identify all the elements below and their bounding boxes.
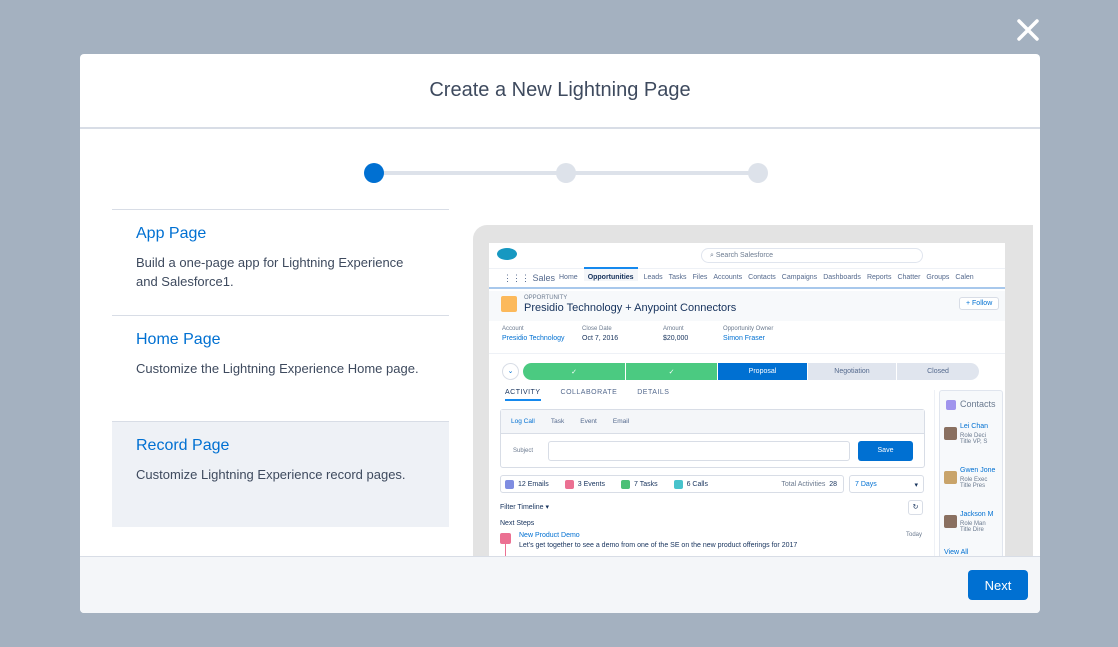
close-icon[interactable] [1015, 17, 1041, 43]
preview-app-name: ⋮⋮⋮ Sales [503, 273, 556, 283]
path-step: Closed [897, 363, 979, 380]
page-type-home[interactable]: Home Page Customize the Lightning Experi… [112, 315, 449, 421]
avatar [944, 427, 957, 440]
salesforce-logo-icon [497, 248, 517, 260]
path-step: Negotiation [808, 363, 896, 380]
path-toggle-icon: ⌄ [502, 363, 519, 380]
path-step: ✓ [626, 363, 717, 380]
page-type-description: Customize the Lightning Experience Home … [136, 361, 419, 376]
page-type-app[interactable]: App Page Build a one-page app for Lightn… [112, 209, 449, 315]
field: Close Date Oct 7, 2016 [582, 326, 619, 342]
modal-title: Create a New Lightning Page [80, 54, 1040, 129]
contacts-icon [946, 400, 956, 410]
preview-activity-text: Let's get together to see a demo from on… [519, 542, 798, 549]
page-type-title: Record Page [136, 437, 230, 454]
record-type: OPPORTUNITY [524, 295, 568, 301]
contacts-title: Contacts [960, 399, 996, 409]
field: Amount $20,000 [663, 326, 689, 342]
avatar [944, 471, 957, 484]
preview-search: ⌕ Search Salesforce [701, 248, 923, 263]
preview-nav-tabs: Home Opportunities Leads Tasks Files Accounts… [559, 267, 974, 281]
path-step: Proposal [718, 363, 807, 380]
page-type-list: App Page Build a one-page app for Lightn… [112, 209, 449, 527]
contact-name: Gwen Jone [960, 467, 996, 474]
page-preview-image: ⌕ Search Salesforce ⋮⋮⋮ Sales Home Opport… [473, 225, 1033, 565]
step-3-indicator [748, 163, 768, 183]
avatar [944, 515, 957, 528]
preview-filter: Filter Timeline ▾ [500, 504, 550, 511]
contact-name: Jackson M [960, 511, 994, 518]
preview-activity-stats: 12 Emails 3 Events 7 Tasks 6 Calls Total… [500, 475, 844, 493]
preview-range: 7 Days ▾ [849, 475, 924, 493]
field: Account Presidio Technology [502, 326, 565, 342]
new-lightning-page-modal: Create a New Lightning Page App Page Bui… [80, 54, 1040, 613]
field: Opportunity Owner Simon Fraser [723, 326, 774, 342]
preview-activity-date: Today [906, 532, 923, 538]
page-type-title: App Page [136, 225, 207, 242]
preview-publisher: Log Call Task Event Email Subject Save [500, 409, 925, 468]
step-2-indicator [556, 163, 576, 183]
preview-contacts: Contacts Lei Chan Role Deci Title VP, S Gw… [939, 390, 1003, 562]
view-all-link: View All [944, 549, 969, 556]
page-type-record[interactable]: Record Page Customize Lightning Experien… [112, 421, 449, 527]
preview-next-steps: Next Steps [500, 520, 535, 527]
preview-activity-title: New Product Demo [519, 532, 580, 539]
path-step: ✓ [523, 363, 625, 380]
modal-footer: Next [80, 556, 1040, 613]
next-button[interactable]: Next [968, 570, 1028, 600]
preview-tabs: ACTIVITY COLLABORATE DETAILS [505, 389, 669, 401]
page-type-title: Home Page [136, 331, 221, 348]
record-title: Presidio Technology + Anypoint Connector… [524, 302, 737, 314]
opportunity-icon [501, 296, 517, 312]
step-1-indicator [364, 163, 384, 183]
follow-button: + Follow [959, 297, 1000, 310]
page-type-description: Customize Lightning Experience record pa… [136, 467, 406, 482]
contact-name: Lei Chan [960, 423, 989, 430]
page-type-description: Build a one-page app for Lightning Exper… [136, 255, 404, 289]
